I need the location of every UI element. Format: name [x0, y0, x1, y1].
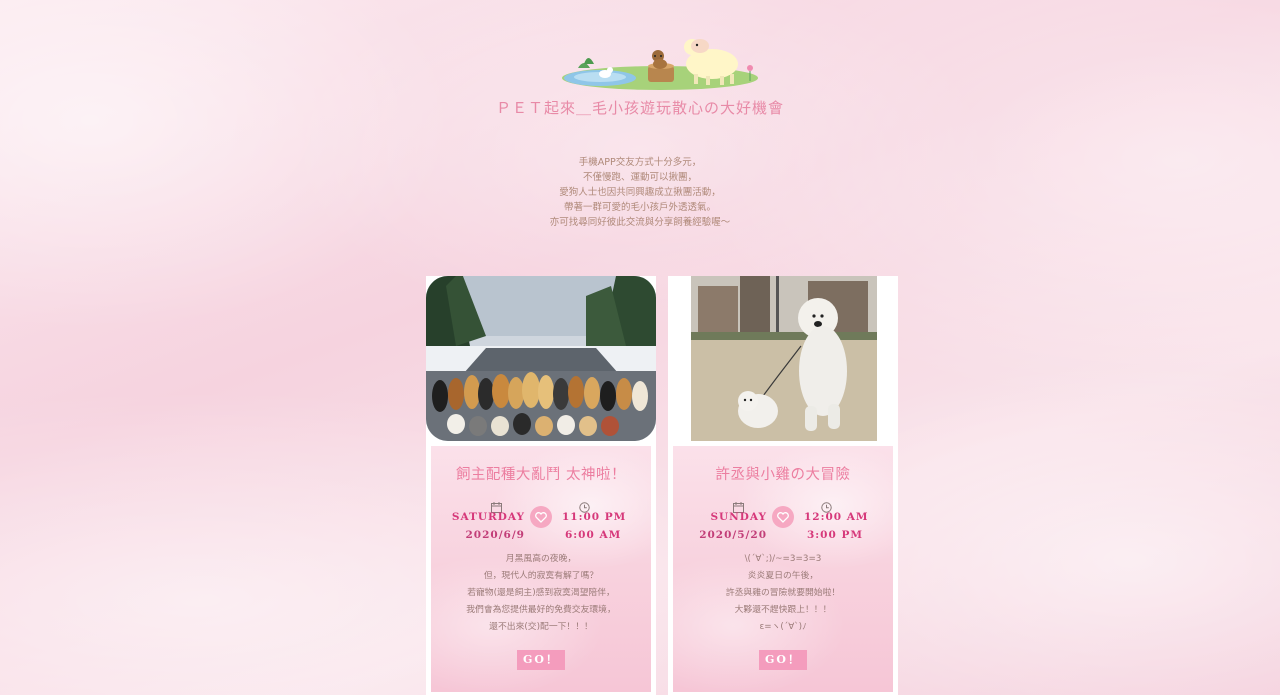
- description-line: ε=ヽ(´∀`)ﾉ: [759, 622, 807, 632]
- event-description: 月黑風高の夜晚， 但，現代人的寂寞有解了嗎？ 若寵物(還是飼主)感到寂寞渴望陪伴…: [431, 551, 651, 636]
- go-button[interactable]: GO！: [759, 650, 807, 670]
- calendar-icon: [491, 498, 502, 513]
- intro-line: 亦可找尋同好彼此交流與分享飼養經驗喔～: [549, 217, 731, 228]
- heart-icon: [772, 506, 794, 528]
- event-card-body: 飼主配種大亂鬥 太神啦！ SATURDAY 2020/6/9 11:00 PM …: [431, 446, 651, 692]
- event-time-end: 6:00 AM: [565, 529, 622, 541]
- intro-line: 不僅慢跑、運動可以揪團，: [582, 172, 697, 183]
- description-line: 我們會為您提供最好的免費交友環境，: [466, 605, 616, 615]
- intro-line: 手機APP交友方式十分多元，: [578, 157, 702, 168]
- calendar-icon: [733, 498, 744, 513]
- event-title: 飼主配種大亂鬥 太神啦！: [455, 467, 627, 483]
- go-button[interactable]: GO！: [517, 650, 565, 670]
- event-date: 2020/5/20: [699, 529, 767, 541]
- intro-text: 手機APP交友方式十分多元， 不僅慢跑、運動可以揪團， 愛狗人士也因共同興趣成立…: [0, 155, 1280, 230]
- clock-icon: [579, 498, 590, 513]
- event-time-start: 11:00 PM: [562, 511, 627, 523]
- description-line: \(´∀`;)/~=3=3=3: [744, 554, 822, 564]
- description-line: 但，現代人的寂寞有解了嗎？: [483, 571, 599, 581]
- clock-icon: [821, 498, 832, 513]
- heart-icon: [530, 506, 552, 528]
- event-title: 許丞與小雞の大冒險: [715, 467, 851, 483]
- site-logo[interactable]: [560, 34, 765, 96]
- description-line: 若寵物(還是飼主)感到寂寞渴望陪伴，: [467, 588, 615, 598]
- intro-line: 帶著一群可愛的毛小孩戶外透透氣。: [563, 202, 716, 213]
- event-time-end: 3:00 PM: [807, 529, 863, 541]
- description-line: 大夥還不趕快跟上！！！: [734, 605, 832, 615]
- event-day: SATURDAY: [451, 511, 525, 523]
- event-date: 2020/6/9: [465, 529, 525, 541]
- event-card: 許丞與小雞の大冒險 SUNDAY 2020/5/20 12:00 AM 3:00…: [668, 276, 898, 695]
- event-card-body: 許丞與小雞の大冒險 SUNDAY 2020/5/20 12:00 AM 3:00…: [673, 446, 893, 692]
- event-photo-dogs-walk[interactable]: [668, 276, 898, 441]
- event-day: SUNDAY: [710, 511, 767, 523]
- event-description: \(´∀`;)/~=3=3=3 炎炎夏日の午後， 許丞與雞の冒險就要開始啦！ 大…: [673, 551, 893, 636]
- description-line: 許丞與雞の冒險就要開始啦！: [725, 588, 841, 598]
- event-photo-dogs-group[interactable]: [426, 276, 656, 441]
- description-line: 月黑風高の夜晚，: [505, 554, 577, 564]
- description-line: 炎炎夏日の午後，: [747, 571, 819, 581]
- event-time-start: 12:00 AM: [804, 511, 869, 523]
- site-title: ＰＥＴ起來＿毛小孩遊玩散心の大好機會: [495, 99, 784, 117]
- description-line: 還不出來(交)配一下！！！: [489, 622, 593, 632]
- intro-line: 愛狗人士也因共同興趣成立揪團活動，: [559, 187, 721, 198]
- event-card: 飼主配種大亂鬥 太神啦！ SATURDAY 2020/6/9 11:00 PM …: [426, 276, 656, 695]
